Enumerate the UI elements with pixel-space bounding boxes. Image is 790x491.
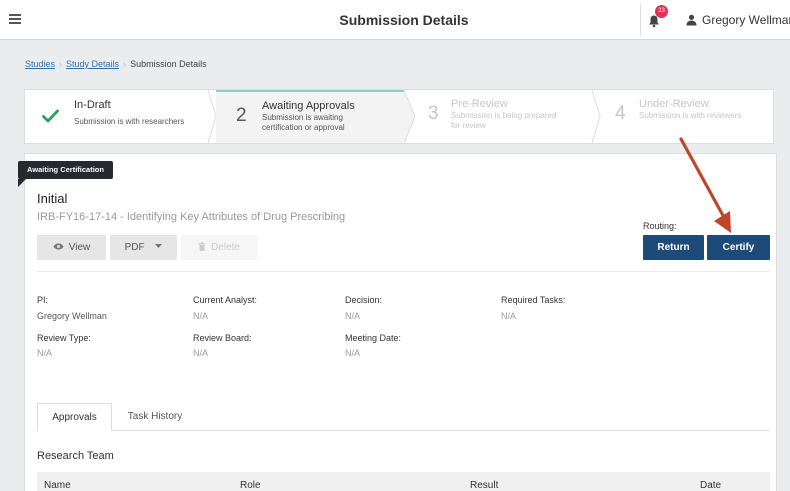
divider xyxy=(640,4,641,36)
breadcrumb-separator: › xyxy=(59,59,63,69)
eye-icon xyxy=(53,243,64,250)
annotation-arrow xyxy=(679,137,731,233)
breadcrumb-separator: › xyxy=(123,59,127,69)
pi-label: PI: xyxy=(37,295,49,305)
submission-card xyxy=(24,153,777,491)
pdf-button-label: PDF xyxy=(124,242,145,253)
review-board-label: Review Board: xyxy=(193,333,252,343)
required-tasks-label: Required Tasks: xyxy=(501,295,566,305)
breadcrumb-study-details[interactable]: Study Details xyxy=(66,59,119,69)
notification-badge: 23 xyxy=(655,5,668,18)
meeting-date-value: N/A xyxy=(345,348,361,358)
status-badge-tail xyxy=(18,179,26,187)
column-header-result[interactable]: Result xyxy=(470,480,498,491)
review-type-value: N/A xyxy=(37,348,53,358)
step-separator xyxy=(591,90,601,143)
pi-value: Gregory Wellman xyxy=(37,311,107,321)
step-in-draft: In-Draft Submission is with researchers xyxy=(25,90,215,143)
meeting-date-label: Meeting Date: xyxy=(345,333,402,343)
view-button-label: View xyxy=(68,242,91,253)
step-separator xyxy=(404,90,416,143)
study-title: IRB-FY16-17-14 - Identifying Key Attribu… xyxy=(37,211,346,223)
divider xyxy=(37,271,770,272)
breadcrumb-studies[interactable]: Studies xyxy=(25,59,55,69)
certify-button[interactable]: Certify xyxy=(707,235,770,260)
column-header-name[interactable]: Name xyxy=(44,480,71,491)
submission-type: Initial xyxy=(37,191,68,206)
decision-value: N/A xyxy=(345,311,361,321)
user-icon xyxy=(686,14,697,26)
step-title: Under-Review xyxy=(639,98,709,110)
current-analyst-value: N/A xyxy=(193,311,209,321)
step-description-line1: Submission is being prepared xyxy=(451,111,557,120)
breadcrumb: Studies › Study Details › Submission Details xyxy=(25,59,207,69)
step-pre-review: 3 Pre-Review Submission is being prepare… xyxy=(416,90,593,143)
step-number: 4 xyxy=(615,103,626,124)
step-number: 3 xyxy=(428,103,439,124)
breadcrumb-current: Submission Details xyxy=(130,59,207,69)
tab-task-history[interactable]: Task History xyxy=(116,403,194,431)
step-description-line2: for review xyxy=(451,121,486,130)
step-description: Submission is with researchers xyxy=(74,117,185,126)
column-header-role[interactable]: Role xyxy=(240,480,261,491)
delete-button[interactable]: Delete xyxy=(181,235,257,260)
review-board-value: N/A xyxy=(193,348,209,358)
workflow-stepper: In-Draft Submission is with researchers … xyxy=(24,89,774,144)
checkmark-icon xyxy=(42,109,59,123)
research-team-table-header: Name Role Result Date xyxy=(37,472,770,491)
step-description-line2: certification or approval xyxy=(262,123,345,132)
delete-button-label: Delete xyxy=(211,242,240,253)
view-button[interactable]: View xyxy=(37,235,106,260)
pdf-dropdown-button[interactable]: PDF xyxy=(110,235,177,260)
review-type-label: Review Type: xyxy=(37,333,91,343)
decision-label: Decision: xyxy=(345,295,383,305)
page-title: Submission Details xyxy=(339,12,469,28)
current-analyst-label: Current Analyst: xyxy=(193,295,258,305)
required-tasks-value: N/A xyxy=(501,311,517,321)
step-title: Awaiting Approvals xyxy=(262,100,355,112)
step-awaiting-approvals: 2 Awaiting Approvals Submission is await… xyxy=(216,90,404,143)
research-team-heading: Research Team xyxy=(37,450,114,462)
status-badge: Awaiting Certification xyxy=(18,161,113,179)
caret-down-icon xyxy=(155,244,163,249)
top-bar: Submission Details 23 Gregory Wellman xyxy=(0,0,790,40)
trash-icon xyxy=(198,241,206,251)
step-title: In-Draft xyxy=(74,99,111,111)
step-number: 2 xyxy=(236,105,247,126)
return-button[interactable]: Return xyxy=(643,235,704,260)
step-description-line1: Submission is awaiting xyxy=(262,113,343,122)
step-title: Pre-Review xyxy=(451,98,508,110)
tab-approvals[interactable]: Approvals xyxy=(37,403,112,431)
column-header-date[interactable]: Date xyxy=(700,480,721,491)
step-description: Submission is with reviewers xyxy=(639,111,742,120)
user-name[interactable]: Gregory Wellman xyxy=(702,13,790,27)
